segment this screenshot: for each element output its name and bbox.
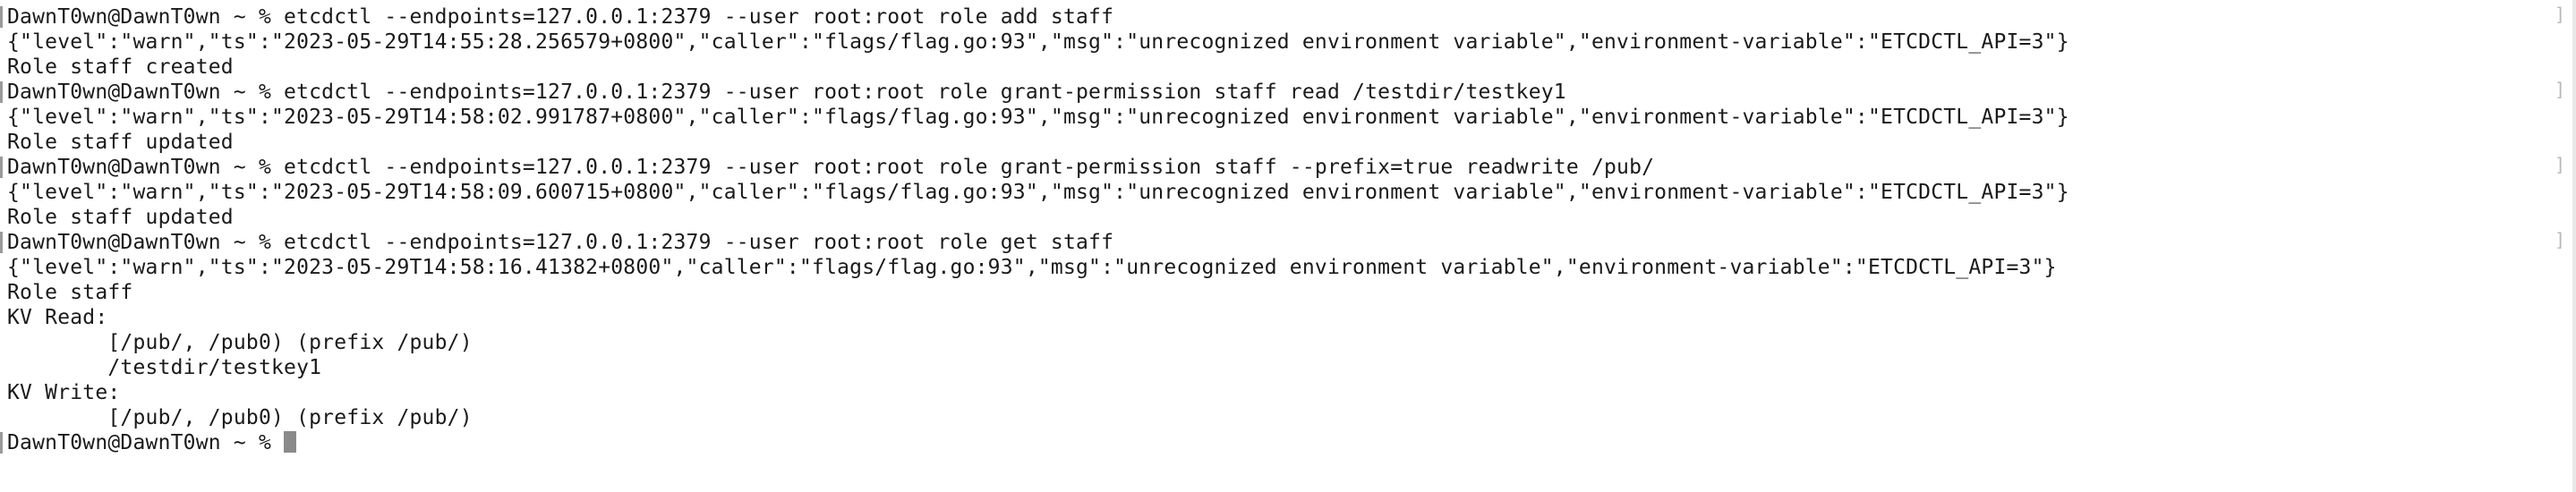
command-marker (0, 157, 3, 178)
command-line: DawnT0wn@DawnT0wn ~ % etcdctl --endpoint… (7, 5, 1114, 29)
output-line: [/pub/, /pub0) (prefix /pub/) (7, 406, 473, 429)
output-line: KV Read: (7, 306, 108, 329)
output-line: /testdir/testkey1 (7, 356, 322, 379)
warning-output-line: {"level":"warn","ts":"2023-05-29T14:55:2… (7, 30, 2069, 54)
output-line: KV Write: (7, 381, 121, 404)
command-marker (0, 432, 3, 454)
right-margin-marker: ] (2554, 154, 2565, 175)
warning-output-line: {"level":"warn","ts":"2023-05-29T14:58:0… (7, 181, 2069, 204)
prompt-text: DawnT0wn@DawnT0wn ~ % (7, 431, 285, 454)
command-marker (0, 81, 3, 103)
vertical-scrollbar[interactable] (2572, 0, 2576, 492)
right-margin-marker: ] (2554, 4, 2565, 25)
output-line: Role staff updated (7, 206, 234, 229)
output-line: Role staff (7, 281, 133, 304)
command-line: DawnT0wn@DawnT0wn ~ % etcdctl --endpoint… (7, 81, 1566, 104)
command-line: DawnT0wn@DawnT0wn ~ % etcdctl --endpoint… (7, 156, 1655, 179)
warning-output-line: {"level":"warn","ts":"2023-05-29T14:58:0… (7, 106, 2069, 129)
output-line: [/pub/, /pub0) (prefix /pub/) (7, 331, 473, 354)
terminal-window[interactable]: DawnT0wn@DawnT0wn ~ % etcdctl --endpoint… (0, 0, 2576, 492)
output-line: Role staff created (7, 55, 234, 79)
warning-output-line: {"level":"warn","ts":"2023-05-29T14:58:1… (7, 256, 2057, 279)
right-margin-marker: ] (2554, 79, 2565, 100)
command-line: DawnT0wn@DawnT0wn ~ % etcdctl --endpoint… (7, 231, 1114, 254)
text-cursor (284, 431, 297, 453)
prompt-line[interactable]: DawnT0wn@DawnT0wn ~ % (7, 430, 2576, 455)
command-marker (0, 6, 3, 28)
right-margin-marker: ] (2554, 229, 2565, 250)
output-line: Role staff updated (7, 131, 234, 154)
command-marker (0, 232, 3, 253)
